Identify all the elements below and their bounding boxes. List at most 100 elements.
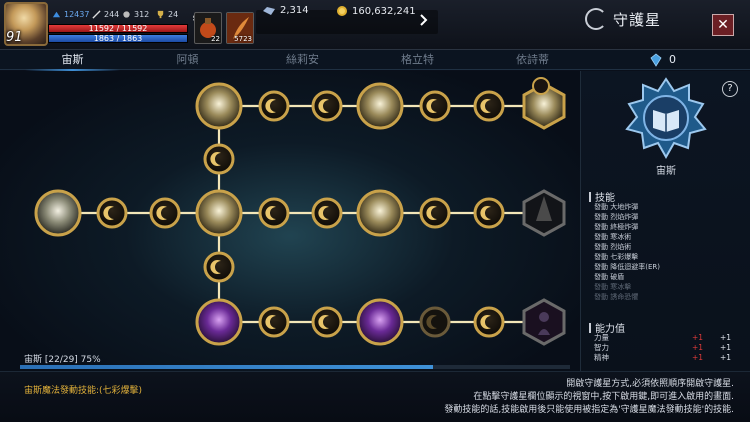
node-row-1: [195, 77, 566, 130]
attribute-name: 精神: [594, 353, 609, 362]
moon-node[interactable]: [258, 306, 290, 338]
mp-bar: 1863 / 1863: [48, 34, 188, 43]
figure-icon: [539, 312, 549, 322]
moon-node[interactable]: [203, 251, 235, 283]
attribute-bonus-red: +1: [692, 333, 704, 342]
gold-coin-icon: [337, 6, 347, 16]
tab-yishidi[interactable]: 依詩蒂: [475, 50, 590, 70]
constellation-panel: 宙斯 [22/29] 75%: [0, 71, 580, 371]
tab-aton[interactable]: 阿頓: [130, 50, 245, 70]
moon-node[interactable]: [96, 197, 128, 229]
game-window: 91 12437 244 312 24 11592 / 11592 1863 /…: [0, 0, 750, 422]
attribute-bonus: +1: [720, 333, 732, 342]
stat-c: 24: [156, 10, 178, 19]
tab-gerit[interactable]: 格立特: [360, 50, 475, 70]
moon-node[interactable]: [473, 306, 505, 338]
buff-count: 22: [211, 35, 220, 43]
crystal-currency: 2,314: [262, 5, 309, 16]
stat-b: 312: [122, 10, 149, 19]
purple-star-node[interactable]: [195, 298, 243, 346]
moon-node[interactable]: [258, 197, 290, 229]
attribute-row: 精神 +1 +1: [594, 353, 744, 363]
moon-node[interactable]: [311, 90, 343, 122]
power-value: 12437: [64, 10, 90, 19]
trophy-icon: [157, 10, 164, 19]
guardian-star-logo-icon: [585, 8, 607, 30]
constellation-progress-label: 宙斯 [22/29] 75%: [24, 355, 101, 365]
chevron-right-icon: [420, 14, 428, 26]
currency-expand-button[interactable]: [420, 14, 428, 29]
skill-item: 發動 終極炸彈: [594, 223, 639, 231]
skill-item: 發動 降低迴避率(ER): [594, 263, 660, 271]
constellation-progress-track: [20, 365, 570, 369]
connections: [58, 104, 544, 324]
crystal-points: 0: [575, 50, 750, 70]
skill-item: 發動 烈焰術: [594, 243, 632, 251]
attribute-bonus: +1: [720, 353, 732, 362]
star-node[interactable]: [356, 189, 404, 237]
star-node[interactable]: [34, 189, 82, 237]
skill-item-locked: 發動 誘命恐懼: [594, 293, 639, 301]
tab-silian[interactable]: 絲莉安: [245, 50, 360, 70]
moon-node[interactable]: [149, 197, 181, 229]
skill-item: 發動 寒冰術: [594, 233, 632, 241]
star-node[interactable]: [195, 189, 243, 237]
instructions: 開啟守護星方式,必須依照順序開啟守護星. 在點擊守護星欄位顯示的視窗中,按下啟用…: [444, 378, 734, 417]
constellation-tree: [34, 77, 566, 346]
skill-item: 發動 烈焰炸彈: [594, 213, 639, 221]
top-bar: 91 12437 244 312 24 11592 / 11592 1863 /…: [0, 0, 750, 50]
moon-node[interactable]: [311, 197, 343, 229]
moon-node[interactable]: [258, 90, 290, 122]
player-level: 91: [6, 30, 23, 45]
window-title: 守護星: [613, 10, 662, 29]
sword-icon: [92, 10, 101, 19]
tab-zeus[interactable]: 宙斯: [15, 50, 130, 71]
crystal-points-value: 0: [669, 53, 676, 66]
attribute-bonus-red: +1: [692, 343, 704, 352]
stat-a-value: 244: [104, 10, 120, 19]
attribute-name: 力量: [594, 333, 609, 342]
crystal-amount: 2,314: [280, 5, 309, 16]
skill-item: 發動 破盾: [594, 273, 625, 281]
window-title-group: 守護星: [585, 8, 661, 30]
moon-node[interactable]: [473, 197, 505, 229]
helmet-icon: [123, 11, 130, 18]
buff-count: 5723: [234, 35, 252, 43]
star-node[interactable]: [195, 82, 243, 130]
zeus-emblem-icon: [625, 77, 707, 160]
attribute-bonus: +1: [720, 343, 732, 352]
stat-a: 244: [92, 10, 119, 19]
moon-node[interactable]: [419, 90, 451, 122]
moon-node[interactable]: [311, 306, 343, 338]
star-badge-icon: [532, 77, 550, 95]
star-node[interactable]: [356, 82, 404, 130]
purple-star-node[interactable]: [356, 298, 404, 346]
buff-slot-feather[interactable]: 5723: [226, 12, 254, 44]
stat-b-value: 312: [134, 10, 150, 19]
skill-item-locked: 發動 寒冰擊: [594, 283, 632, 291]
skill-item: 發動 大地炸彈: [594, 203, 639, 211]
buff-slot-potion[interactable]: 22: [194, 12, 222, 44]
active-magic-skill: 宙斯魔法發動技能:(七彩爆擊): [24, 386, 143, 396]
moon-node[interactable]: [473, 90, 505, 122]
attribute-row: 力量 +1 +1: [594, 333, 744, 343]
guardian-info-panel: ? 宙斯 技能 發動 大地炸彈 發動 烈焰炸彈 發動 終極炸彈 發動 寒冰術 發…: [580, 71, 750, 371]
attribute-table: 力量 +1 +1 智力 +1 +1 精神 +1 +1: [594, 333, 744, 363]
skill-list: 發動 大地炸彈 發動 烈焰炸彈 發動 終極炸彈 發動 寒冰術 發動 烈焰術 發動…: [594, 202, 660, 302]
instruction-line: 開啟守護星方式,必須依照順序開啟守護星.: [566, 379, 734, 389]
emblem-name: 宙斯: [656, 166, 676, 177]
instruction-line: 在點擊守護星欄位顯示的視窗中,按下啟用鍵,即可進入啟用的畫面.: [473, 392, 734, 402]
constellation-progress-fill: [20, 365, 433, 369]
moon-node-locked[interactable]: [419, 306, 451, 338]
tab-bar: 宙斯 阿頓 絲莉安 格立特 依詩蒂: [0, 50, 575, 71]
skill-item: 發動 七彩爆擊: [594, 253, 639, 261]
moon-node[interactable]: [419, 197, 451, 229]
close-button[interactable]: ✕: [712, 14, 734, 36]
attribute-bonus-red: +1: [692, 353, 704, 362]
moon-node[interactable]: [203, 143, 235, 175]
attribute-name: 智力: [594, 343, 609, 352]
crystal-icon: [650, 53, 662, 67]
gold-amount: 160,632,241: [352, 5, 416, 17]
hp-bar: 11592 / 11592: [48, 24, 188, 33]
power-stat: 12437: [52, 10, 89, 19]
